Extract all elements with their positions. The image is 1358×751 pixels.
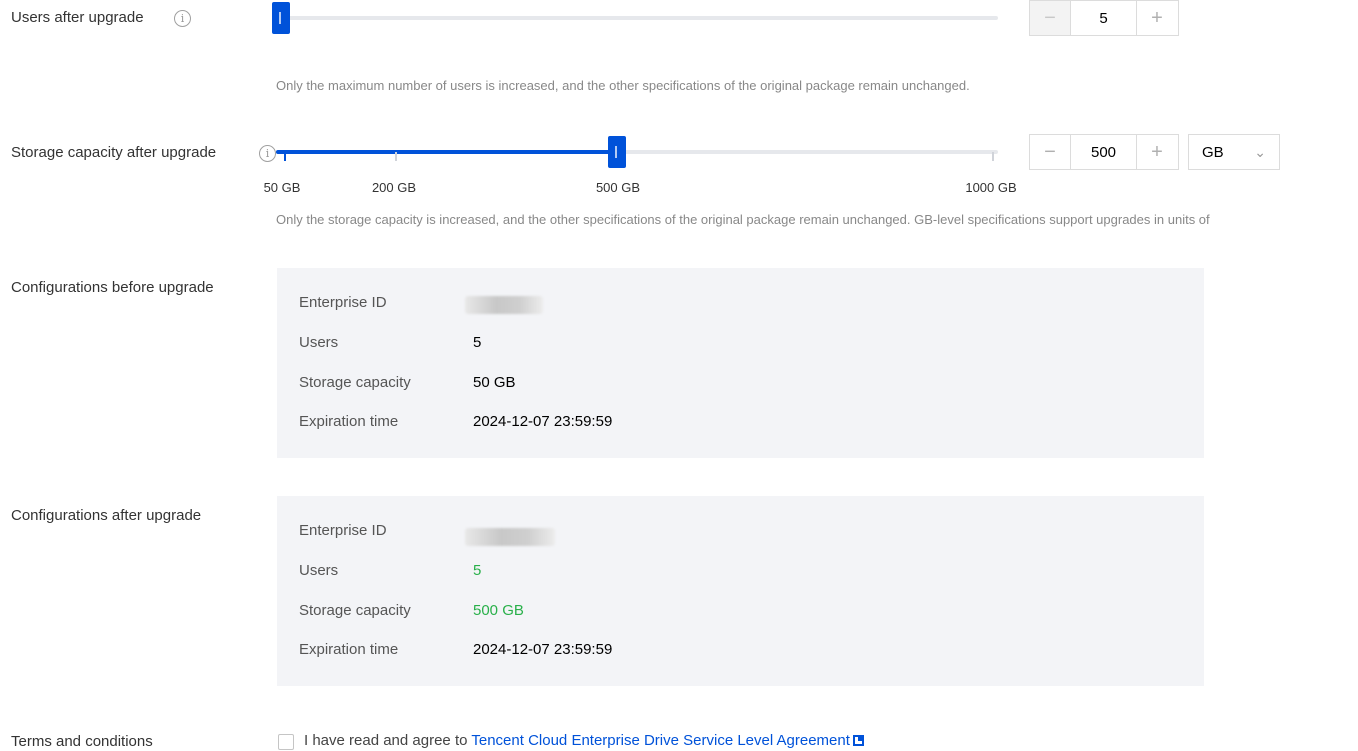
storage-unit-value: GB [1202,143,1224,161]
redacted-enterprise-id [465,296,543,314]
config-value: 2024-12-07 23:59:59 [473,641,613,658]
config-value-changed: 500 GB [473,602,524,619]
config-value: 2024-12-07 23:59:59 [473,413,613,430]
users-label: Users after upgrade [11,9,144,26]
terms-checkbox[interactable] [278,734,294,750]
config-key: Expiration time [299,641,399,658]
users-increment-button[interactable]: + [1137,1,1177,35]
config-key: Users [299,334,339,351]
before-config-label: Configurations before upgrade [11,279,214,296]
info-icon[interactable]: i [259,145,276,162]
users-slider-track[interactable] [276,16,998,20]
config-key: Users [299,562,339,579]
storage-mark-label: 500 GB [595,180,641,195]
storage-slider-handle[interactable] [608,136,626,168]
before-config-panel: Enterprise ID Users 5 Storage capacity 5… [277,268,1204,458]
storage-label: Storage capacity after upgrade [11,144,217,161]
sla-link-label: Tencent Cloud Enterprise Drive Service L… [471,732,850,749]
config-value: 50 GB [473,374,516,391]
sla-link[interactable]: Tencent Cloud Enterprise Drive Service L… [471,732,864,749]
storage-tick [395,152,397,161]
config-value-changed: 5 [473,562,482,579]
terms-agreement: I have read and agree to Tencent Cloud E… [304,732,864,749]
chevron-down-icon: ⌄ [1254,143,1266,160]
storage-mark-label: 50 GB [263,180,301,195]
storage-tick [992,152,994,161]
users-slider-handle[interactable] [272,2,290,34]
after-config-panel: Enterprise ID Users 5 Storage capacity 5… [277,496,1204,686]
config-value: 5 [473,334,482,351]
storage-value-input[interactable]: 500 [1070,135,1137,169]
storage-hint: Only the storage capacity is increased, … [276,212,1210,227]
storage-mark-label: 1000 GB [965,180,1017,195]
users-decrement-button[interactable]: − [1030,1,1070,35]
after-config-label: Configurations after upgrade [11,507,202,524]
users-stepper: − 5 + [1029,0,1179,36]
storage-increment-button[interactable]: + [1137,135,1177,169]
storage-mark-label: 200 GB [371,180,417,195]
terms-text: I have read and agree to [304,732,468,749]
config-key: Enterprise ID [299,294,387,311]
storage-tick [284,152,286,161]
config-key: Enterprise ID [299,522,387,539]
redacted-enterprise-id [465,528,555,546]
storage-stepper: − 500 + [1029,134,1179,170]
external-link-icon [852,735,864,746]
config-key: Storage capacity [299,374,411,391]
config-key: Expiration time [299,413,399,430]
config-key: Storage capacity [299,602,411,619]
users-hint: Only the maximum number of users is incr… [276,78,970,93]
info-icon[interactable]: i [174,10,191,27]
terms-label: Terms and conditions [11,733,153,750]
storage-unit-select[interactable]: GB ⌄ [1188,134,1280,170]
users-value-input[interactable]: 5 [1070,1,1137,35]
storage-decrement-button[interactable]: − [1030,135,1070,169]
storage-slider-fill [276,150,618,154]
